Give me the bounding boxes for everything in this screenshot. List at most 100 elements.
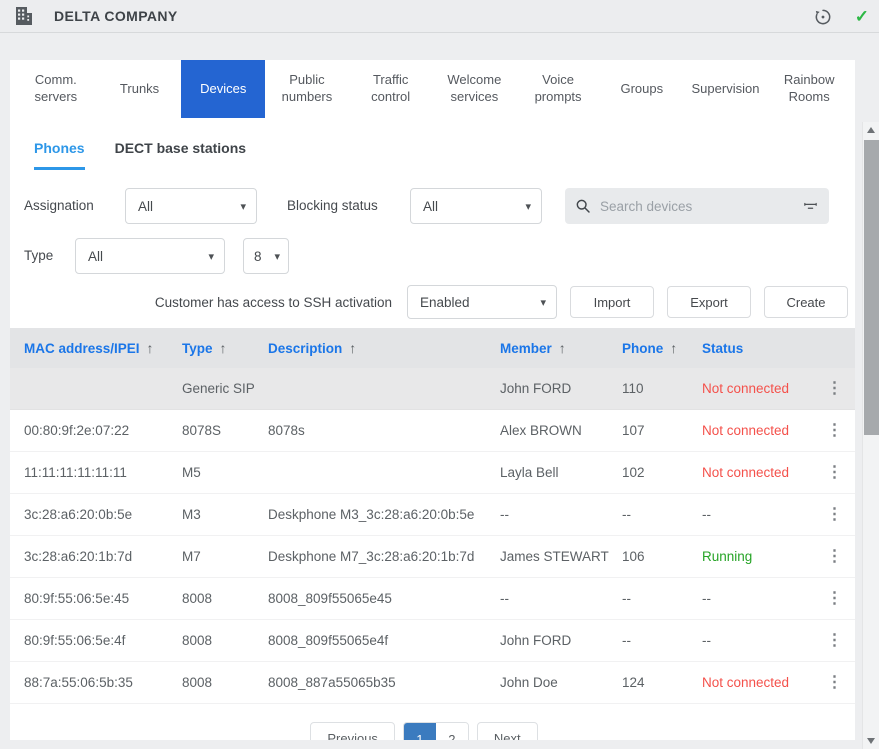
- chevron-down-icon: ▾: [274, 250, 280, 263]
- tab-supervision[interactable]: Supervision: [684, 60, 768, 118]
- sort-asc-icon: ↑: [147, 340, 154, 356]
- cell-description: 8008_809f55065e45: [268, 591, 500, 606]
- pagination: Previous 1 2 Next: [10, 722, 838, 740]
- row-menu-kebab-icon[interactable]: ⋮: [827, 465, 843, 481]
- create-button[interactable]: Create: [764, 286, 848, 318]
- subtab-dect-base-stations[interactable]: DECT base stations: [115, 140, 246, 170]
- table-row[interactable]: 3c:28:a6:20:1b:7d M7 Deskphone M7_3c:28:…: [10, 536, 855, 578]
- ssh-activation-label: Customer has access to SSH activation: [155, 295, 392, 310]
- cell-mac: 88:7a:55:06:5b:35: [24, 675, 182, 690]
- column-header-type[interactable]: Type ↑: [182, 340, 268, 356]
- export-button[interactable]: Export: [667, 286, 751, 318]
- tab-traffic-control[interactable]: Traffic control: [349, 60, 433, 118]
- row-menu-kebab-icon[interactable]: ⋮: [827, 381, 843, 397]
- search-icon: [575, 198, 591, 214]
- cell-mac: 00:80:9f:2e:07:22: [24, 423, 182, 438]
- column-header-phone[interactable]: Phone ↑: [622, 340, 702, 356]
- table-row[interactable]: 11:11:11:11:11:11 M5 Layla Bell 102 Not …: [10, 452, 855, 494]
- status-badge: --: [702, 591, 814, 606]
- scroll-up-arrow-icon[interactable]: [867, 127, 875, 133]
- filter-icon[interactable]: [802, 198, 819, 215]
- subtab-phones[interactable]: Phones: [34, 140, 85, 170]
- cell-member: --: [500, 507, 622, 522]
- table-row[interactable]: 80:9f:55:06:5e:4f 8008 8008_809f55065e4f…: [10, 620, 855, 662]
- cell-member: Layla Bell: [500, 465, 622, 480]
- row-menu-kebab-icon[interactable]: ⋮: [827, 549, 843, 565]
- cell-phone: 106: [622, 549, 702, 564]
- column-header-mac[interactable]: MAC address/IPEI ↑: [24, 340, 182, 356]
- row-menu-kebab-icon[interactable]: ⋮: [827, 591, 843, 607]
- ssh-action-row: Customer has access to SSH activation En…: [155, 285, 848, 319]
- cell-member: Alex BROWN: [500, 423, 622, 438]
- previous-page-button[interactable]: Previous: [310, 722, 395, 740]
- company-building-icon: [12, 4, 36, 28]
- cell-member: John FORD: [500, 381, 622, 396]
- search-input[interactable]: [600, 199, 802, 214]
- table-row[interactable]: Generic SIP John FORD 110 Not connected …: [10, 368, 855, 410]
- tab-devices[interactable]: Devices: [181, 60, 265, 118]
- chevron-down-icon: ▾: [540, 296, 546, 309]
- tab-voice-prompts[interactable]: Voice prompts: [516, 60, 600, 118]
- import-button[interactable]: Import: [570, 286, 654, 318]
- cell-type: M3: [182, 507, 268, 522]
- chevron-down-icon: ▾: [525, 200, 531, 213]
- cell-type: Generic SIP: [182, 381, 268, 396]
- row-menu-kebab-icon[interactable]: ⋮: [827, 675, 843, 691]
- row-menu-kebab-icon[interactable]: ⋮: [827, 423, 843, 439]
- status-badge: --: [702, 507, 814, 522]
- page-size-select[interactable]: 8 ▾: [243, 238, 289, 274]
- page-1-button[interactable]: 1: [404, 723, 436, 740]
- cell-member: James STEWART: [500, 549, 622, 564]
- next-page-button[interactable]: Next: [477, 722, 538, 740]
- tab-welcome-services[interactable]: Welcome services: [433, 60, 517, 118]
- table-header-row: MAC address/IPEI ↑ Type ↑ Description ↑ …: [10, 328, 855, 368]
- scroll-down-arrow-icon[interactable]: [867, 738, 875, 744]
- blocking-status-label: Blocking status: [287, 188, 378, 224]
- cell-type: 8078S: [182, 423, 268, 438]
- column-header-description[interactable]: Description ↑: [268, 340, 500, 356]
- chevron-down-icon: ▾: [208, 250, 214, 263]
- page-number-group: 1 2: [403, 722, 469, 740]
- row-menu-kebab-icon[interactable]: ⋮: [827, 507, 843, 523]
- page-size-value: 8: [254, 249, 262, 264]
- cell-phone: 110: [622, 381, 702, 396]
- table-row[interactable]: 00:80:9f:2e:07:22 8078S 8078s Alex BROWN…: [10, 410, 855, 452]
- tab-groups[interactable]: Groups: [600, 60, 684, 118]
- sort-asc-icon: ↑: [670, 340, 677, 356]
- sub-tab-bar: Phones DECT base stations: [34, 140, 246, 170]
- row-menu-kebab-icon[interactable]: ⋮: [827, 633, 843, 649]
- column-header-member[interactable]: Member ↑: [500, 340, 622, 356]
- page-2-button[interactable]: 2: [436, 723, 468, 740]
- confirm-check-icon[interactable]: ✓: [855, 7, 869, 27]
- cell-phone: --: [622, 507, 702, 522]
- assignation-select[interactable]: All ▾: [125, 188, 257, 224]
- tab-trunks[interactable]: Trunks: [98, 60, 182, 118]
- table-row[interactable]: 80:9f:55:06:5e:45 8008 8008_809f55065e45…: [10, 578, 855, 620]
- top-bar: DELTA COMPANY ✓: [0, 0, 879, 33]
- cell-type: M7: [182, 549, 268, 564]
- status-badge: Not connected: [702, 465, 814, 480]
- assignation-value: All: [138, 199, 153, 214]
- devices-table: MAC address/IPEI ↑ Type ↑ Description ↑ …: [10, 328, 855, 704]
- chevron-down-icon: ▾: [240, 200, 246, 213]
- status-badge: Not connected: [702, 675, 814, 690]
- cell-phone: --: [622, 591, 702, 606]
- ssh-activation-select[interactable]: Enabled ▾: [407, 285, 557, 319]
- column-header-status[interactable]: Status: [702, 341, 814, 356]
- blocking-status-select[interactable]: All ▾: [410, 188, 542, 224]
- cell-phone: 102: [622, 465, 702, 480]
- cell-phone: 124: [622, 675, 702, 690]
- tab-public-numbers[interactable]: Public numbers: [265, 60, 349, 118]
- sort-asc-icon: ↑: [349, 340, 356, 356]
- vertical-scrollbar[interactable]: [862, 122, 879, 749]
- scrollbar-thumb[interactable]: [864, 140, 879, 435]
- tab-rainbow-rooms[interactable]: Rainbow Rooms: [767, 60, 851, 118]
- table-row[interactable]: 3c:28:a6:20:0b:5e M3 Deskphone M3_3c:28:…: [10, 494, 855, 536]
- cell-description: 8008_887a55065b35: [268, 675, 500, 690]
- tab-comm-servers[interactable]: Comm. servers: [14, 60, 98, 118]
- devices-panel: Comm. servers Trunks Devices Public numb…: [10, 60, 855, 740]
- cell-mac: 80:9f:55:06:5e:4f: [24, 633, 182, 648]
- history-icon[interactable]: [813, 7, 833, 27]
- table-row[interactable]: 88:7a:55:06:5b:35 8008 8008_887a55065b35…: [10, 662, 855, 704]
- type-select[interactable]: All ▾: [75, 238, 225, 274]
